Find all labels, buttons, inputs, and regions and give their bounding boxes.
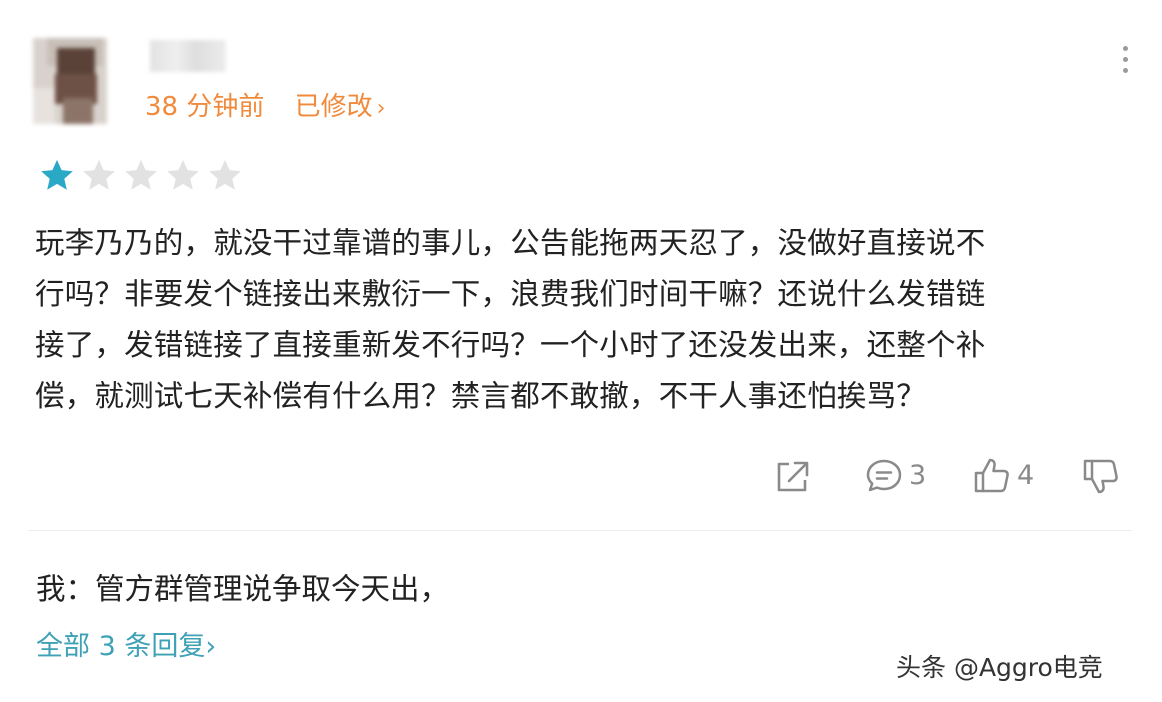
divider [28,530,1132,531]
edited-label: 已修改 [294,92,373,122]
like-count: 4 [1017,460,1035,491]
star-empty-icon [164,157,202,195]
thumbs-up-icon[interactable] [972,456,1012,496]
star-empty-icon [80,157,118,195]
comment-bubble-icon[interactable] [864,456,904,496]
star-filled-icon [38,157,76,195]
star-empty-icon [206,157,244,195]
action-bar: 3 4 [0,454,1162,498]
comment-text: 玩李乃乃的，就没干过靠谱的事儿，公告能拖两天忍了，没做好直接说不 行吗？非要发个… [35,218,1125,422]
thumbs-down-icon[interactable] [1081,456,1121,496]
watermark: 头条 @Aggro电竞 [896,653,1103,682]
more-options-icon[interactable] [1115,44,1135,76]
star-empty-icon [122,157,160,195]
reply-preview[interactable]: 我：管方群管理说争取今天出， [36,566,449,608]
username[interactable] [150,40,226,72]
review-card: 38 分钟前 已修改 › 玩李乃乃的，就没干过靠谱的事儿，公告能拖两天忍了，没做好… [0,0,1162,702]
reply-count: 3 [909,460,927,491]
comment-line: 接了，发错链接了直接重新发不行吗？一个小时了还没发出来，还整个补 [35,328,986,362]
edited-link[interactable]: 已修改 › [295,92,386,122]
chevron-right-icon: › [205,631,217,662]
comment-meta: 38 分钟前 已修改 › [145,86,385,123]
comment-time: 38 分钟前 [145,92,265,122]
comment-line: 玩李乃乃的，就没干过靠谱的事儿，公告能拖两天忍了，没做好直接说不 [35,226,986,260]
share-icon[interactable] [773,456,813,496]
comment-line: 偿，就测试七天补偿有什么用？禁言都不敢撤，不干人事还怕挨骂？ [35,379,927,413]
all-replies-link[interactable]: 全部 3 条回复› [36,624,216,663]
comment-line: 行吗？非要发个链接出来敷衍一下，浪费我们时间干嘛？还说什么发错链 [35,277,986,311]
chevron-right-icon: › [376,96,386,121]
all-replies-label: 全部 3 条回复 [36,631,206,662]
avatar[interactable] [33,38,107,124]
